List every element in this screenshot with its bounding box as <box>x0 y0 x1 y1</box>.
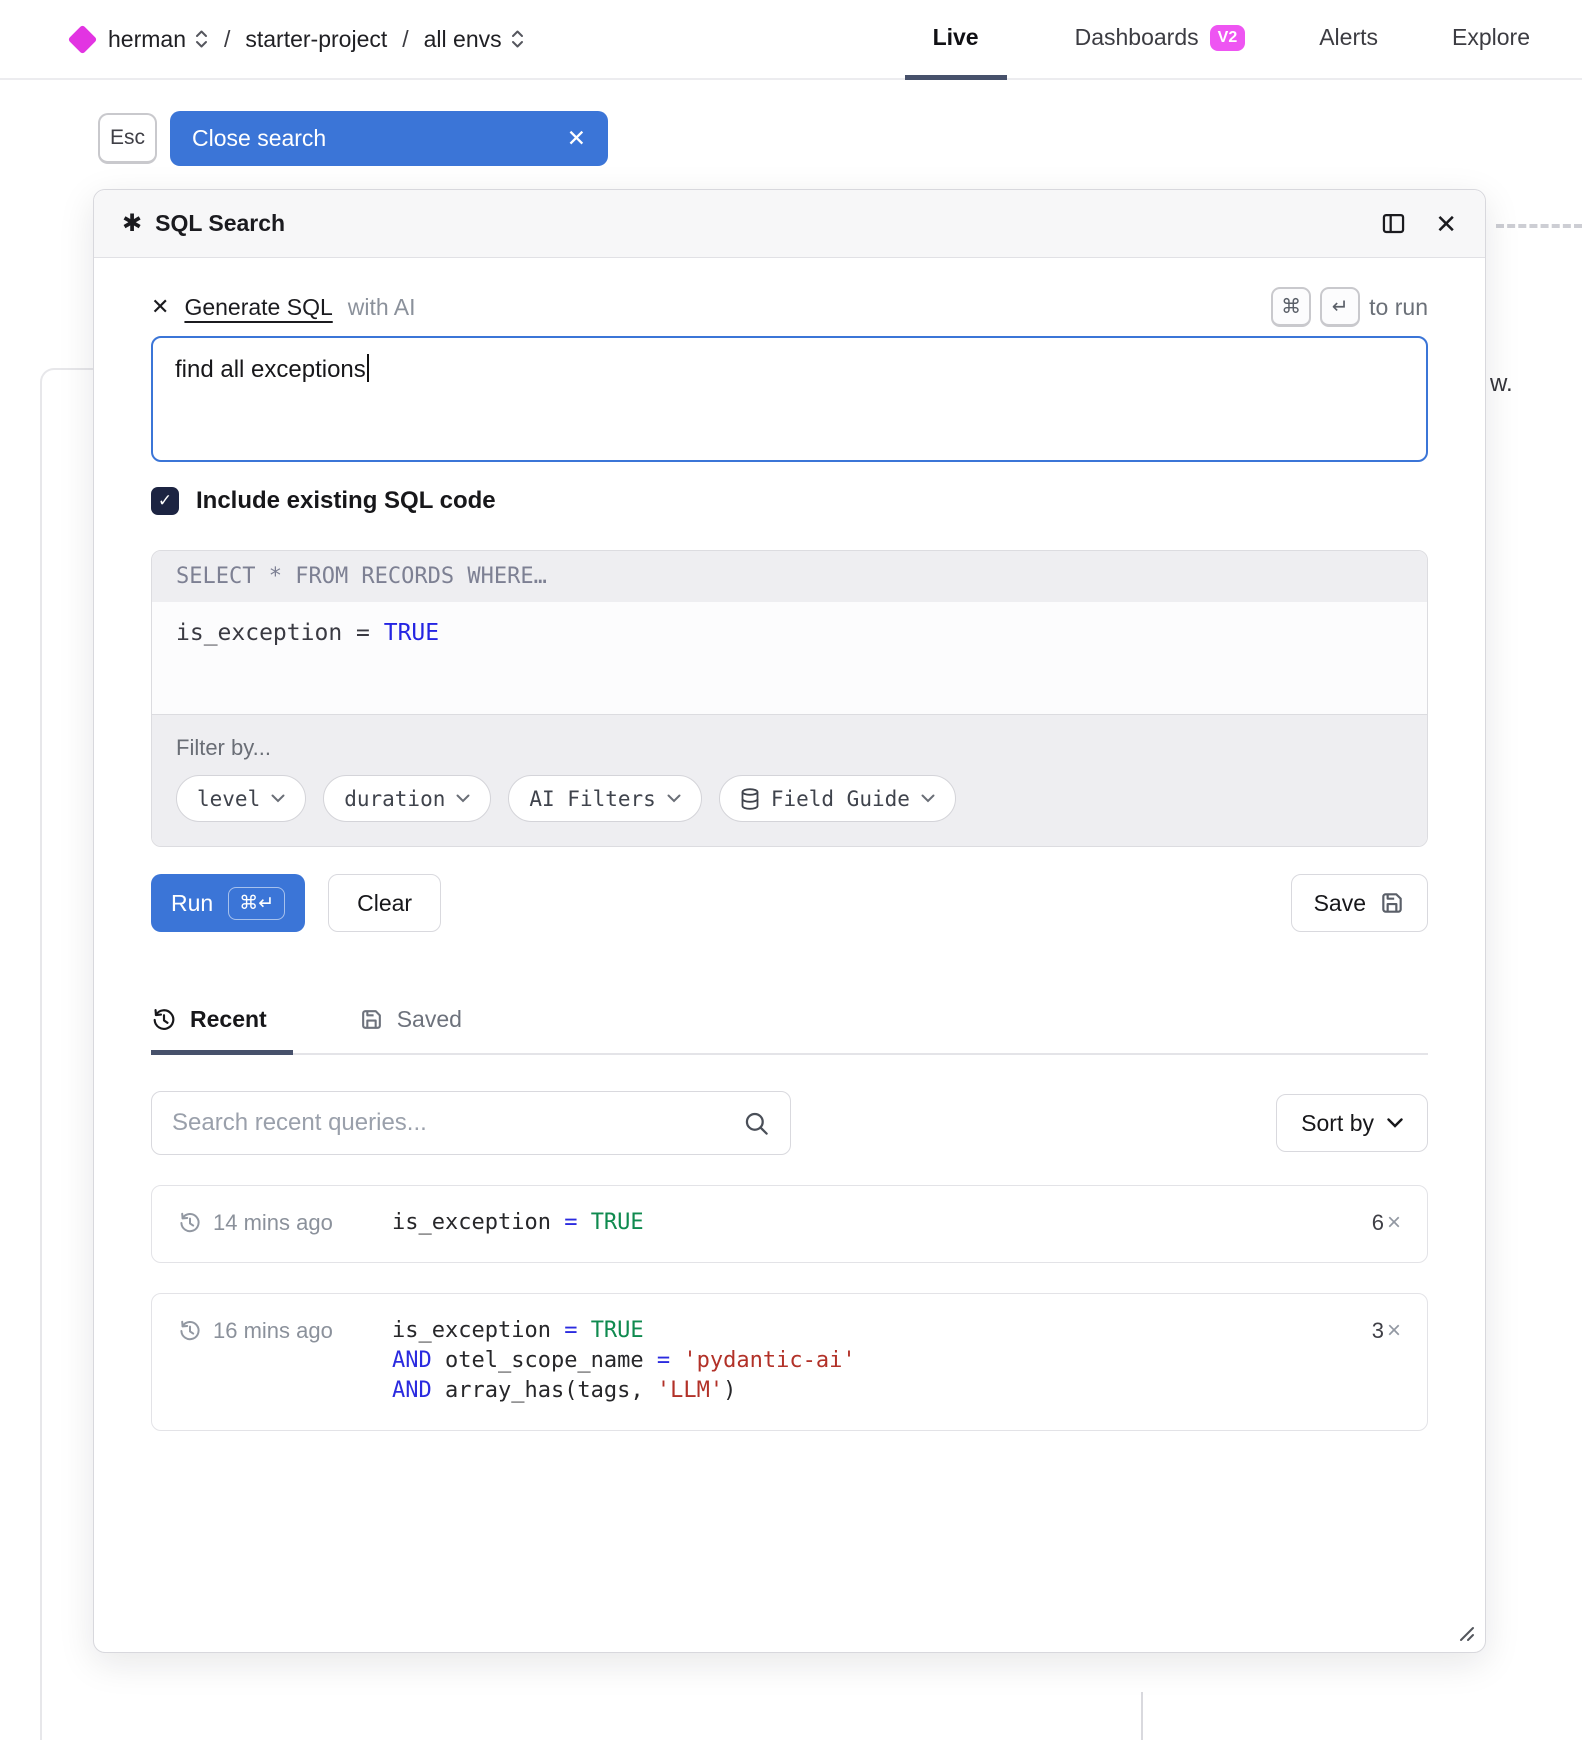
split-panel-icon <box>1380 210 1407 237</box>
dock-panel-button[interactable] <box>1380 210 1407 237</box>
ai-prompt-input[interactable]: find all exceptions <box>151 336 1428 462</box>
sparkle-icon: ✱ <box>122 209 142 238</box>
clear-button[interactable]: Clear <box>328 874 441 932</box>
primary-nav: Live Dashboards V2 Alerts Explore <box>905 0 1582 78</box>
top-navigation-bar: herman / starter-project / all envs Live… <box>0 0 1582 80</box>
breadcrumb-separator: / <box>224 26 230 53</box>
sql-editor: SELECT * FROM RECORDS WHERE… is_exceptio… <box>151 550 1428 847</box>
env-name: all envs <box>424 26 502 53</box>
logfire-logo-icon <box>68 24 98 54</box>
query-time: 14 mins ago <box>178 1210 392 1236</box>
env-selector[interactable]: all envs <box>424 26 525 53</box>
action-buttons-row: Run ⌘↵ Clear Save <box>151 874 1428 932</box>
tab-saved[interactable]: Saved <box>359 1006 462 1055</box>
close-icon: ✕ <box>567 125 586 152</box>
nav-tab-explore[interactable]: Explore <box>1446 0 1536 80</box>
recent-search-box[interactable] <box>151 1091 791 1155</box>
filter-chip-level[interactable]: level <box>176 775 306 822</box>
filter-chip-field-guide[interactable]: Field Guide <box>719 775 956 822</box>
save-floppy-icon <box>1379 890 1405 916</box>
close-icon: ✕ <box>1435 209 1457 239</box>
close-search-button[interactable]: Close search ✕ <box>170 111 608 166</box>
sort-by-button[interactable]: Sort by <box>1276 1094 1428 1152</box>
background-clipped-text: w. <box>1490 370 1513 398</box>
recent-query-row[interactable]: 14 mins ago is_exception = TRUE 6 × <box>151 1185 1428 1263</box>
org-name: herman <box>108 26 186 53</box>
modal-body: ✕ Generate SQL with AI ⌘ ↵ to run find a… <box>94 286 1485 1682</box>
recent-search-row: Sort by <box>151 1091 1428 1155</box>
sql-search-modal: ✱ SQL Search ✕ ✕ Generate SQL with AI ⌘ <box>93 189 1486 1653</box>
chevron-down-icon <box>667 794 681 803</box>
history-clock-icon <box>178 1211 202 1235</box>
background-dashed-line <box>1496 224 1582 228</box>
org-selector[interactable]: herman <box>108 26 209 53</box>
breadcrumb: herman / starter-project / all envs <box>0 0 525 78</box>
filter-chip-duration[interactable]: duration <box>323 775 491 822</box>
include-sql-checkbox[interactable]: ✓ <box>151 487 179 515</box>
nav-tab-alerts[interactable]: Alerts <box>1313 0 1384 80</box>
nav-tab-dashboards[interactable]: Dashboards V2 <box>1069 0 1252 80</box>
sql-code-true: TRUE <box>384 620 439 646</box>
query-code: is_exception = TRUE <box>392 1208 1372 1238</box>
generate-sql-link[interactable]: Generate SQL <box>184 294 332 321</box>
text-cursor <box>367 354 369 382</box>
query-run-count: 3 × <box>1372 1317 1401 1345</box>
include-sql-label: Include existing SQL code <box>196 487 496 515</box>
updown-selector-icon <box>194 29 209 49</box>
breadcrumb-separator: / <box>402 26 408 53</box>
close-icon: ✕ <box>151 294 169 319</box>
modal-close-button[interactable]: ✕ <box>1435 211 1457 237</box>
tab-recent[interactable]: Recent <box>151 1006 293 1055</box>
sql-editor-header: SELECT * FROM RECORDS WHERE… <box>152 551 1427 602</box>
chevron-down-icon <box>456 794 470 803</box>
filter-chip-ai-filters[interactable]: AI Filters <box>508 775 701 822</box>
close-search-label: Close search <box>192 125 326 152</box>
recent-query-row[interactable]: 16 mins ago is_exception = TRUE AND otel… <box>151 1293 1428 1431</box>
times-icon: × <box>1387 1317 1401 1345</box>
history-tabs: Recent Saved <box>151 1006 1428 1055</box>
filter-chips: level duration AI Filters Field Guide <box>176 775 1403 822</box>
modal-header: ✱ SQL Search ✕ <box>94 190 1485 258</box>
saved-floppy-icon <box>359 1007 384 1032</box>
sql-code-plain: is_exception = <box>176 620 384 646</box>
background-bottom-line <box>1141 1692 1143 1740</box>
dismiss-generate-button[interactable]: ✕ <box>151 294 169 320</box>
cmd-key-hint: ⌘ <box>1271 287 1311 327</box>
recent-query-list: 14 mins ago is_exception = TRUE 6 × 16 m… <box>151 1185 1428 1431</box>
check-icon: ✓ <box>158 491 172 511</box>
chevron-down-icon <box>271 794 285 803</box>
times-icon: × <box>1387 1209 1401 1237</box>
filter-section: Filter by... level duration AI Filters <box>152 714 1427 846</box>
save-button[interactable]: Save <box>1291 874 1428 932</box>
generate-sql-row: ✕ Generate SQL with AI ⌘ ↵ to run <box>151 286 1428 328</box>
enter-key-hint: ↵ <box>1320 287 1360 327</box>
sql-editor-code[interactable]: is_exception = TRUE <box>152 602 1427 714</box>
nav-tab-live[interactable]: Live <box>905 0 1007 80</box>
database-icon <box>740 788 760 810</box>
to-run-hint: to run <box>1369 294 1428 321</box>
recent-search-input[interactable] <box>172 1109 731 1137</box>
modal-title: SQL Search <box>155 210 285 237</box>
v2-badge: V2 <box>1210 25 1246 51</box>
resize-handle[interactable] <box>1453 1620 1477 1644</box>
history-clock-icon <box>178 1319 202 1343</box>
ai-prompt-value: find all exceptions <box>175 356 366 383</box>
chevron-down-icon <box>1387 1118 1403 1128</box>
run-kbd-hint: ⌘↵ <box>228 887 285 920</box>
chevron-down-icon <box>921 794 935 803</box>
updown-selector-icon <box>510 29 525 49</box>
query-run-count: 6 × <box>1372 1209 1401 1237</box>
project-name[interactable]: starter-project <box>245 26 387 53</box>
include-sql-row: ✓ Include existing SQL code <box>151 486 1428 516</box>
filter-by-label: Filter by... <box>176 735 1403 761</box>
history-clock-icon <box>151 1007 177 1033</box>
esc-key-hint: Esc <box>98 113 157 164</box>
query-time: 16 mins ago <box>178 1318 392 1344</box>
generate-sql-suffix: with AI <box>348 294 416 321</box>
run-button[interactable]: Run ⌘↵ <box>151 874 305 932</box>
search-icon <box>743 1110 770 1137</box>
query-code: is_exception = TRUE AND otel_scope_name … <box>392 1316 1372 1406</box>
